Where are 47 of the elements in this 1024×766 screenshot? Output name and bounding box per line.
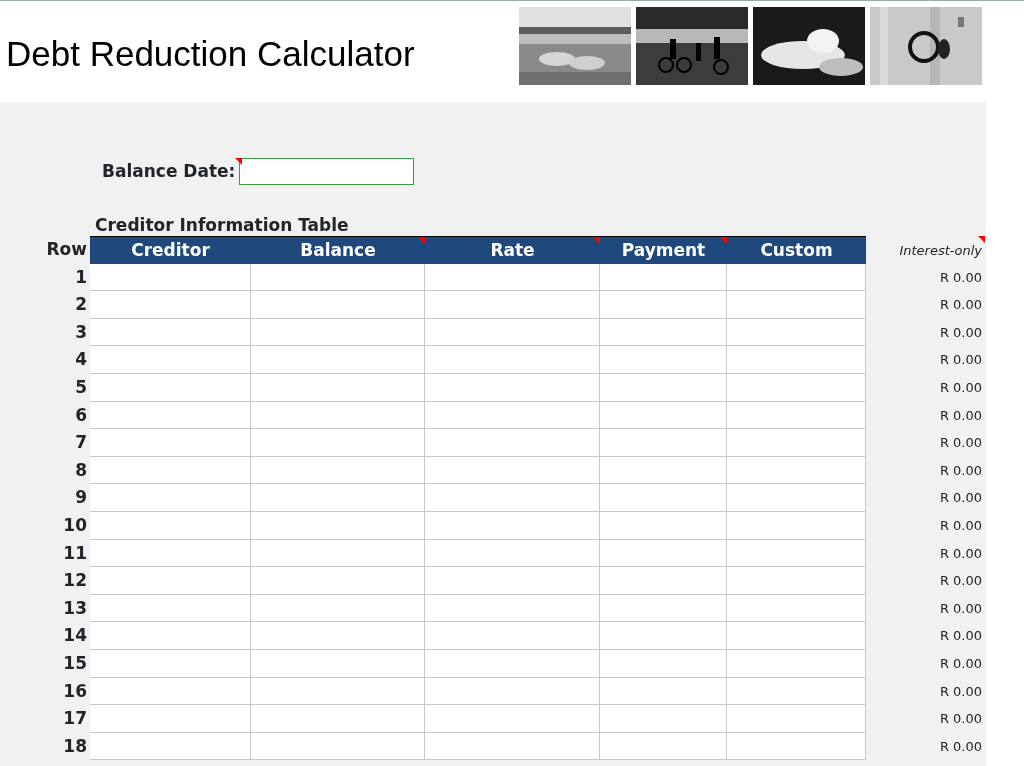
column-header: Balance <box>251 236 425 264</box>
table-cell-text: R 0.00 <box>938 627 983 646</box>
row-number: 8 <box>74 458 88 482</box>
table-cell-text: R 0.00 <box>938 654 983 673</box>
table-cell-text: R 0.00 <box>938 516 983 535</box>
row-number: 18 <box>62 734 88 758</box>
page-title: Debt Reduction Calculator <box>6 33 415 76</box>
table-cell-text: R 0.00 <box>938 378 983 397</box>
row-number: 7 <box>74 431 88 455</box>
table-cell-text: R 0.00 <box>938 710 983 729</box>
table-cell-text: R 0.00 <box>938 682 983 701</box>
row-number: 12 <box>62 569 88 593</box>
table-cell-text: R 0.00 <box>938 351 983 370</box>
table-cell-text: R 0.00 <box>938 406 983 425</box>
table-cell-text: R 0.00 <box>938 323 983 342</box>
row-number: 4 <box>74 348 88 372</box>
table-cell-text: R 0.00 <box>938 572 983 591</box>
row-number: 5 <box>74 375 88 399</box>
row-number: 1 <box>74 265 88 289</box>
table-cell-text: R 0.00 <box>938 599 983 618</box>
row-number: 3 <box>74 320 88 344</box>
row-number: 16 <box>62 679 88 703</box>
row-number: 2 <box>74 293 88 317</box>
table-cell-text: R 0.00 <box>938 268 983 287</box>
table-cell-text: R 0.00 <box>938 434 983 453</box>
row-number: 6 <box>74 403 88 427</box>
column-header: Creditor <box>90 236 251 264</box>
table-cell-text: R 0.00 <box>938 544 983 563</box>
column-header: Custom <box>727 236 866 264</box>
row-number: 14 <box>62 624 88 648</box>
row-number: 11 <box>62 541 88 565</box>
table-cell-text: R 0.00 <box>938 461 983 480</box>
row-number: 17 <box>62 707 88 731</box>
row-number: 13 <box>62 596 88 620</box>
column-header: Row <box>45 238 88 261</box>
table-title: Creditor Information Table <box>95 214 350 236</box>
row-number: 10 <box>62 513 88 537</box>
input-field[interactable] <box>239 158 415 185</box>
column-header: Payment <box>600 236 727 264</box>
row-number: 15 <box>62 651 88 675</box>
row-number: 9 <box>74 486 88 510</box>
column-header: Interest-only <box>866 236 985 264</box>
table-cell-text: R 0.00 <box>938 489 983 508</box>
table-cell-text: R 0.00 <box>938 737 983 756</box>
field-label: Balance Date: <box>102 159 237 183</box>
table-cell-text: R 0.00 <box>938 296 983 315</box>
column-header: Rate <box>425 236 600 264</box>
